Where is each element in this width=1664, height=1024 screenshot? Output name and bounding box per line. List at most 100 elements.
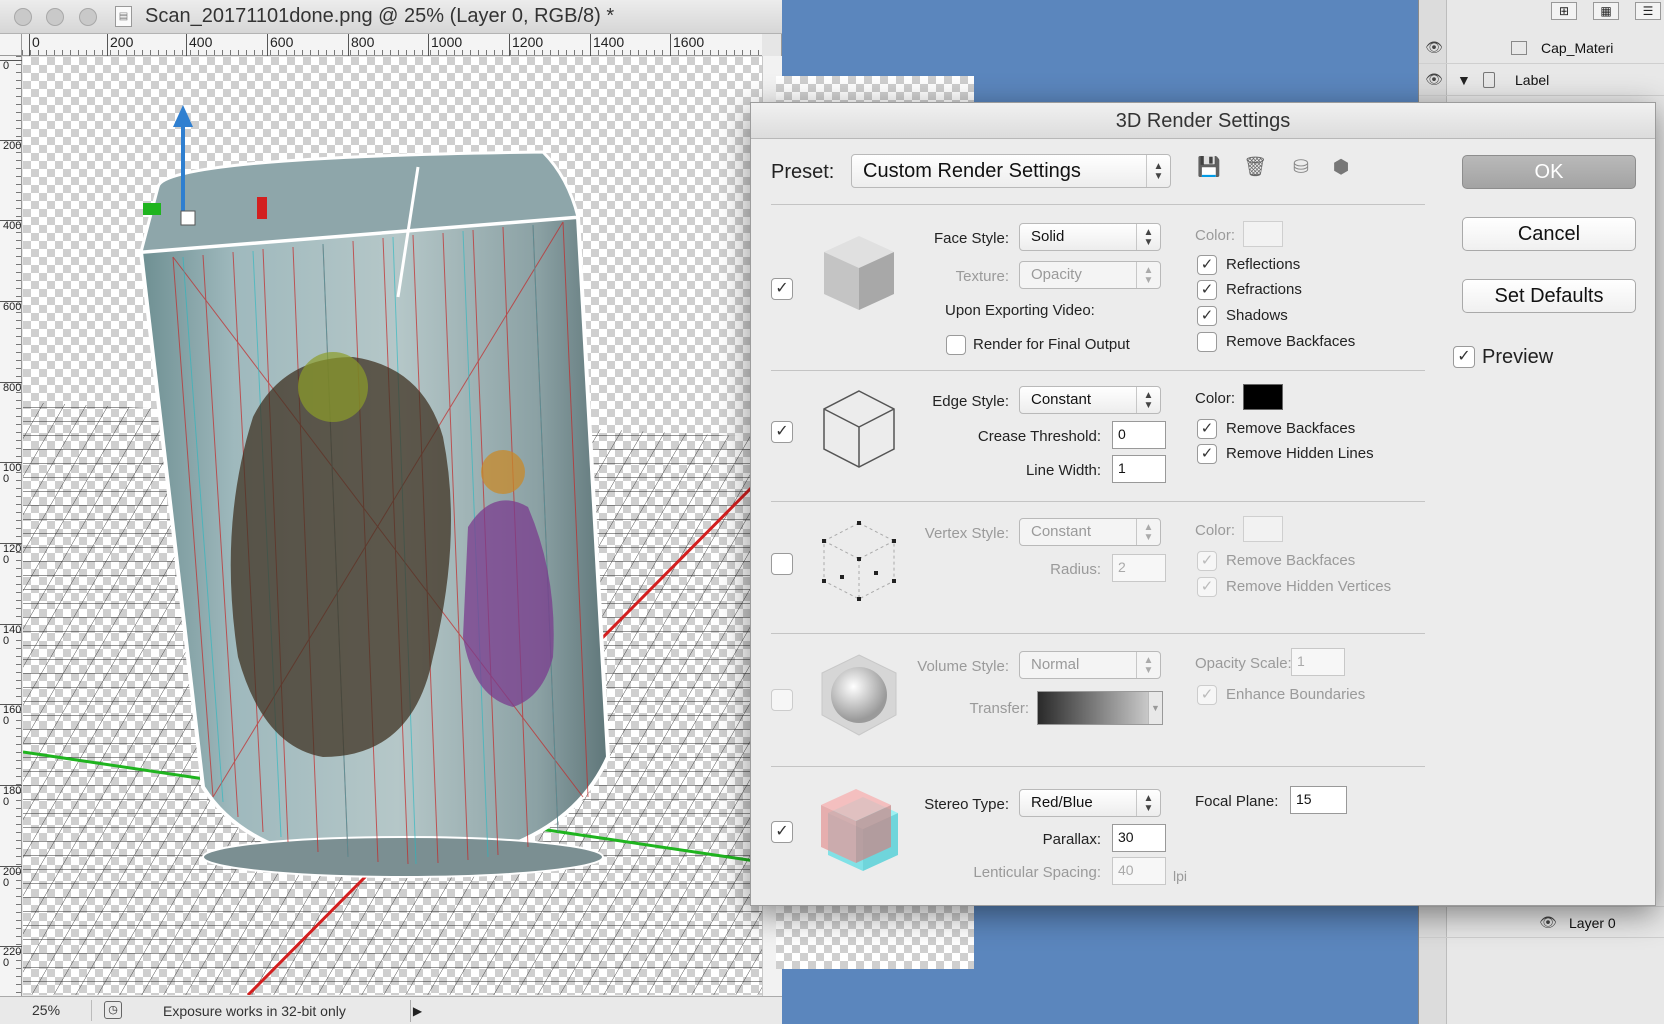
eye-icon[interactable]: 👁 [1537,915,1559,929]
preset-select[interactable]: Custom Render Settings ▲ ▼ [851,154,1171,188]
3d-scene[interactable] [23,57,762,995]
focal-plane-input[interactable]: 15 [1290,786,1347,814]
line-width-label: Line Width: [1025,462,1101,479]
close-window-button[interactable] [14,8,32,26]
zoom-level-field[interactable]: 25% [6,1000,92,1021]
vertical-ruler[interactable]: 0 200 400 600 800 1000 1200 1400 1600 18… [0,56,22,996]
transfer-gradient-picker[interactable]: ▼ [1037,691,1163,725]
ruler-v-label: 1400 [0,624,22,694]
focal-plane-label: Focal Plane: [1195,793,1279,810]
face-enable-checkbox[interactable]: ✓ [771,278,793,300]
lenticular-spacing-input[interactable]: 40 [1112,857,1166,885]
face-remove-backfaces-checkbox[interactable] [1197,332,1217,352]
edge-enable-checkbox[interactable]: ✓ [771,421,793,443]
axis-widget-y[interactable] [143,203,161,215]
vertex-color-swatch[interactable] [1243,516,1283,542]
ruler-v-label: 2000 [0,866,22,936]
minimize-window-button[interactable] [46,8,64,26]
texture-label: Texture: [955,268,1009,285]
crease-threshold-input[interactable]: 0 [1112,421,1166,449]
cancel-button[interactable]: Cancel [1462,217,1636,251]
ruler-v-label: 400 [0,220,22,290]
enhance-boundaries-checkbox[interactable]: ✓ [1197,685,1217,705]
face-color-swatch[interactable] [1243,221,1283,247]
cube-icon[interactable]: ⬢ [1328,155,1354,181]
vertex-style-label: Vertex Style: [924,525,1009,542]
lenticular-unit: lpi [1173,868,1188,884]
volume-style-select[interactable]: Normal ▲ ▼ [1019,651,1161,679]
chevron-updown-icon: ▲ ▼ [1136,387,1160,413]
separator [771,370,1425,371]
ruler-h-label: 800 [348,34,374,56]
separator [771,633,1425,634]
layer-row-cap-material[interactable]: 👁 Cap_Materi [1419,32,1664,64]
parallax-input[interactable]: 30 [1112,824,1166,852]
panel-grid-icon[interactable]: ▦ [1593,2,1619,20]
image-canvas[interactable] [23,57,762,995]
paint-bucket-icon[interactable]: ⛁ [1288,155,1314,181]
chevron-updown-icon: ▲ ▼ [1136,519,1160,545]
document-titlebar: ▤ Scan_20171101done.png @ 25% (Layer 0, … [0,0,782,34]
transfer-label: Transfer: [969,700,1029,717]
stereo-type-value: Red/Blue [1031,794,1093,811]
save-preset-icon[interactable]: 💾 [1196,155,1222,181]
ok-button[interactable]: OK [1462,155,1636,189]
preset-value: Custom Render Settings [863,160,1081,182]
render-final-label: Render for Final Output [973,336,1130,353]
radius-input[interactable]: 2 [1112,554,1166,582]
refractions-checkbox[interactable]: ✓ [1197,280,1217,300]
shadows-checkbox[interactable]: ✓ [1197,306,1217,326]
line-width-input[interactable]: 1 [1112,455,1166,483]
delete-preset-icon[interactable]: 🗑 [1242,155,1268,181]
can-bottom-rim [202,836,604,878]
edge-remove-backfaces-checkbox[interactable]: ✓ [1197,419,1217,439]
face-style-select[interactable]: Solid ▲ ▼ [1019,223,1161,251]
document-window: ▤ Scan_20171101done.png @ 25% (Layer 0, … [0,0,782,1024]
reflections-label: Reflections [1226,256,1301,273]
opacity-scale-input[interactable]: 1 [1291,648,1345,676]
texture-select[interactable]: Opacity ▲ ▼ [1019,261,1161,289]
remove-hidden-lines-label: Remove Hidden Lines [1226,445,1374,462]
volume-enable-checkbox[interactable] [771,689,793,711]
reflections-checkbox[interactable]: ✓ [1197,255,1217,275]
stereo-enable-checkbox[interactable]: ✓ [771,821,793,843]
set-defaults-button[interactable]: Set Defaults [1462,279,1636,313]
edge-style-select[interactable]: Constant ▲ ▼ [1019,386,1161,414]
panel-list-icon[interactable]: ☰ [1635,2,1661,20]
chevron-down-icon[interactable]: ▼ [1148,692,1162,724]
vertex-remove-backfaces-checkbox[interactable]: ✓ [1197,551,1217,571]
axis-widget-x[interactable] [257,197,267,219]
stereo-type-label: Stereo Type: [924,796,1009,813]
background-document-bottom [776,905,974,969]
axis-widget-center[interactable] [180,210,196,226]
ruler-origin[interactable] [0,34,22,56]
play-arrow-icon[interactable]: ▶ [410,1000,424,1022]
chevron-updown-icon: ▲ ▼ [1146,155,1170,187]
ruler-h-label: 200 [107,34,133,56]
disclosure-triangle-icon[interactable]: ▼ [1457,72,1471,88]
ruler-v-label: 1800 [0,785,22,855]
vertex-remove-backfaces-label: Remove Backfaces [1226,552,1356,569]
panel-layout-icon[interactable]: ⊞ [1551,2,1577,20]
edge-style-value: Constant [1031,391,1092,408]
clock-icon[interactable]: ◷ [104,1001,122,1019]
remove-hidden-lines-checkbox[interactable]: ✓ [1197,444,1217,464]
eye-icon[interactable]: 👁 [1423,72,1445,86]
vertex-enable-checkbox[interactable] [771,553,793,575]
render-final-checkbox[interactable] [946,335,966,355]
horizontal-ruler[interactable]: 0 200 400 600 800 1000 1200 1400 1600 [22,34,762,56]
ruler-v-label: 2200 [0,946,22,994]
separator [771,204,1425,205]
vertex-style-select[interactable]: Constant ▲ ▼ [1019,518,1161,546]
preview-checkbox[interactable]: ✓ [1453,346,1475,368]
zoom-window-button[interactable] [79,8,97,26]
axis-widget-arrow-icon[interactable] [173,105,193,127]
stereo-type-select[interactable]: Red/Blue ▲ ▼ [1019,789,1161,817]
preset-label: Preset: [771,161,835,183]
eye-icon[interactable]: 👁 [1423,40,1445,54]
remove-hidden-vertices-checkbox[interactable]: ✓ [1197,577,1217,597]
label-figure-hair [298,352,368,422]
layer-row-layer-0[interactable]: 👁 Layer 0 [1419,906,1664,938]
edge-color-swatch[interactable] [1243,384,1283,410]
layer-row-label[interactable]: 👁 ▼ Label [1419,64,1664,96]
